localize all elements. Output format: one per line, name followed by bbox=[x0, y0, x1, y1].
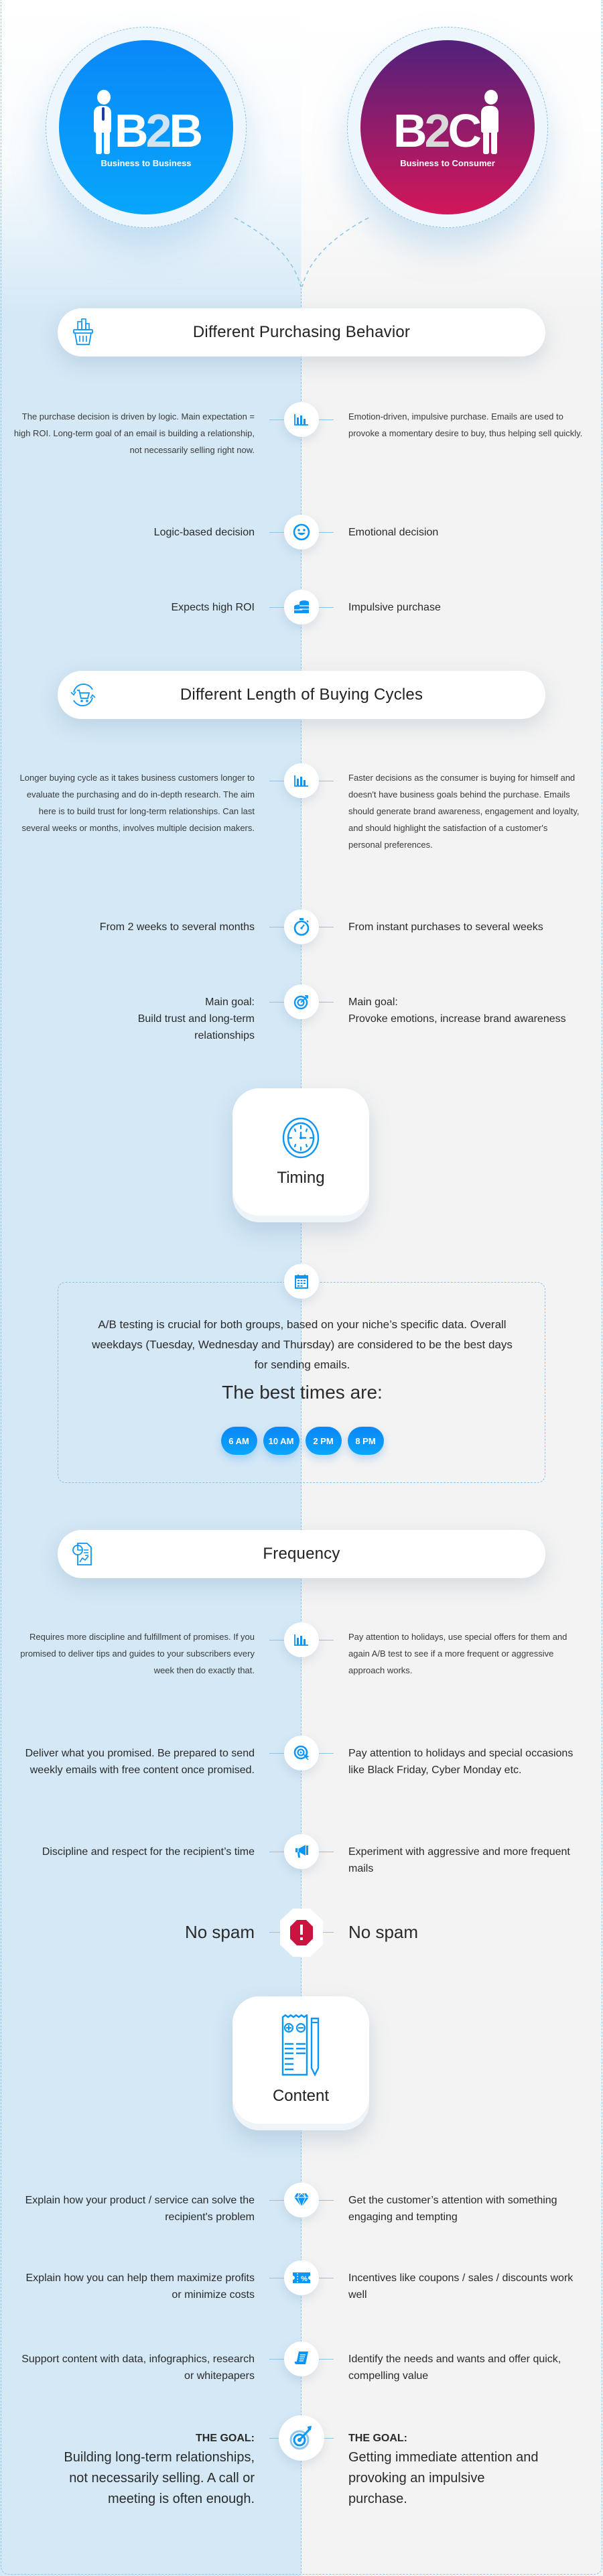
b2c-text: Impulsive purchase bbox=[348, 602, 441, 613]
basket-icon bbox=[73, 318, 93, 345]
target-icon bbox=[284, 984, 319, 1019]
time-pill: 8 PM bbox=[347, 1427, 384, 1455]
bar-chart-icon bbox=[284, 763, 319, 798]
b2c-goal: THE GOAL: Getting immediate attention an… bbox=[348, 2430, 583, 2510]
b2b-subtitle: Business to Business bbox=[100, 157, 192, 168]
b2c-logo-2: 2 bbox=[424, 104, 451, 157]
stop-alert-icon bbox=[280, 1909, 323, 1957]
b2b-hero-inner: B 2 B Business to Business bbox=[59, 40, 233, 214]
b2b-logo-b1: B bbox=[114, 104, 149, 157]
time-pill: 10 AM bbox=[263, 1427, 299, 1455]
bar-chart-icon bbox=[284, 1622, 319, 1657]
b2b-goal-text: Build trust and long-term relationships bbox=[137, 1013, 255, 1041]
b2b-text: Support content with data, infographics,… bbox=[21, 2354, 255, 2382]
b2c-goal-text: Provoke emotions, increase brand awarene… bbox=[348, 1013, 566, 1025]
stopwatch-icon bbox=[284, 909, 319, 944]
b2b-goal-text: Building long-term relationships, not ne… bbox=[64, 2450, 255, 2506]
section-title: Frequency bbox=[263, 1545, 340, 1563]
b2b-text: Expects high ROI bbox=[171, 602, 255, 613]
report-icon bbox=[72, 1543, 92, 1565]
b2b-text: The purchase decision is driven by logic… bbox=[13, 411, 255, 455]
diamond-icon bbox=[284, 2183, 319, 2217]
b2b-text: Discipline and respect for the recipient… bbox=[42, 1846, 255, 1858]
b2c-text: Identify the needs and wants and offer q… bbox=[348, 2354, 561, 2382]
b2c-subtitle: Business to Consumer bbox=[400, 157, 495, 168]
section-title: Different Length of Buying Cycles bbox=[180, 686, 423, 704]
section-title: Different Purchasing Behavior bbox=[192, 323, 411, 341]
b2c-connector-line bbox=[302, 217, 369, 287]
b2c-text: Get the customer’s attention with someth… bbox=[348, 2195, 557, 2223]
clock-icon bbox=[282, 1117, 320, 1159]
b2b-text: No spam bbox=[184, 1922, 255, 1942]
megaphone-icon bbox=[284, 1834, 319, 1869]
b2b-goal: THE GOAL: Building long-term relationshi… bbox=[13, 2430, 255, 2510]
b2c-goal: Main goal: Provoke emotions, increase br… bbox=[348, 994, 583, 1027]
b2c-text: Emotional decision bbox=[348, 527, 439, 538]
time-pill: 2 PM bbox=[305, 1427, 342, 1455]
b2b-logo: B 2 B bbox=[92, 87, 203, 157]
timing-description: A/B testing is crucial for both groups, … bbox=[92, 1318, 513, 1371]
svg-text:%: % bbox=[301, 2275, 308, 2283]
section-header-cycles: Different Length of Buying Cycles bbox=[58, 671, 545, 719]
b2b-goal: Main goal: Build trust and long-term rel… bbox=[13, 994, 255, 1044]
b2b-logo-b2: B bbox=[169, 104, 203, 157]
b2b-goal-label: Main goal: bbox=[205, 996, 255, 1008]
section-header-frequency: Frequency bbox=[58, 1530, 545, 1578]
b2b-text: Logic-based decision bbox=[153, 527, 255, 538]
b2b-connector-line bbox=[234, 217, 302, 287]
timing-card: Timing bbox=[232, 1088, 369, 1222]
b2c-text: Emotion-driven, impulsive purchase. Emai… bbox=[348, 411, 583, 438]
b2c-text: No spam bbox=[348, 1922, 419, 1942]
best-times-heading: The best times are: bbox=[222, 1382, 383, 1403]
coins-icon bbox=[284, 590, 319, 625]
infographic-page: B 2 B Business to Business B 2 C Busines… bbox=[0, 0, 603, 2576]
b2b-hero-circle: B 2 B Business to Business bbox=[46, 27, 247, 228]
coupon-icon: % bbox=[284, 2260, 319, 2295]
b2b-text: Longer buying cycle as it takes business… bbox=[19, 773, 255, 833]
time-pill: 6 AM bbox=[220, 1427, 257, 1455]
b2b-goal-label: THE GOAL: bbox=[196, 2433, 255, 2444]
b2c-text: Faster decisions as the consumer is buyi… bbox=[348, 773, 580, 850]
section-header-purchasing: Different Purchasing Behavior bbox=[58, 308, 545, 357]
b2c-logo-c: C bbox=[448, 104, 482, 157]
b2b-logo-2: 2 bbox=[145, 104, 172, 157]
b2c-text: Experiment with aggressive and more freq… bbox=[348, 1846, 570, 1874]
receipt-pencil-icon bbox=[281, 2014, 320, 2077]
b2b-text: Explain how you can help them maximize p… bbox=[25, 2272, 255, 2301]
b2c-hero-circle: B 2 C Business to Consumer bbox=[347, 27, 548, 228]
bar-chart-icon bbox=[284, 402, 319, 437]
b2b-text: Explain how your product / service can s… bbox=[25, 2195, 255, 2223]
b2c-goal-label: Main goal: bbox=[348, 996, 398, 1008]
consumer-icon bbox=[479, 89, 502, 154]
b2c-hero-inner: B 2 C Business to Consumer bbox=[360, 40, 535, 214]
b2c-text: Incentives like coupons / sales / discou… bbox=[348, 2272, 574, 2301]
b2c-logo-b: B bbox=[393, 104, 427, 157]
target-click-icon bbox=[284, 1736, 319, 1770]
b2c-text: Pay attention to holidays, use special o… bbox=[348, 1632, 567, 1675]
scroll-icon bbox=[284, 2341, 319, 2376]
card-title: Timing bbox=[277, 1169, 325, 1187]
b2b-text: From 2 weeks to several months bbox=[99, 921, 255, 933]
timing-box: A/B testing is crucial for both groups, … bbox=[58, 1282, 545, 1483]
b2c-text: From instant purchases to several weeks bbox=[348, 921, 543, 933]
b2b-text: Deliver what you promised. Be prepared t… bbox=[25, 1748, 255, 1776]
b2c-logo: B 2 C bbox=[393, 87, 502, 154]
content-card: Content bbox=[232, 1996, 369, 2130]
cart-cycle-icon bbox=[70, 684, 96, 706]
b2c-goal-label: THE GOAL: bbox=[348, 2433, 407, 2444]
calendar-icon bbox=[284, 1264, 319, 1299]
bullseye-icon bbox=[279, 2415, 324, 2461]
b2b-text: Requires more discipline and fulfillment… bbox=[20, 1632, 255, 1675]
businessman-icon bbox=[92, 89, 115, 154]
card-title: Content bbox=[272, 2087, 330, 2105]
best-times-list: 6 AM 10 AM 2 PM 8 PM bbox=[58, 1427, 546, 1455]
b2c-text: Pay attention to holidays and special oc… bbox=[348, 1748, 574, 1776]
smiley-icon bbox=[284, 515, 319, 550]
b2c-goal-text: Getting immediate attention and provokin… bbox=[348, 2450, 539, 2506]
